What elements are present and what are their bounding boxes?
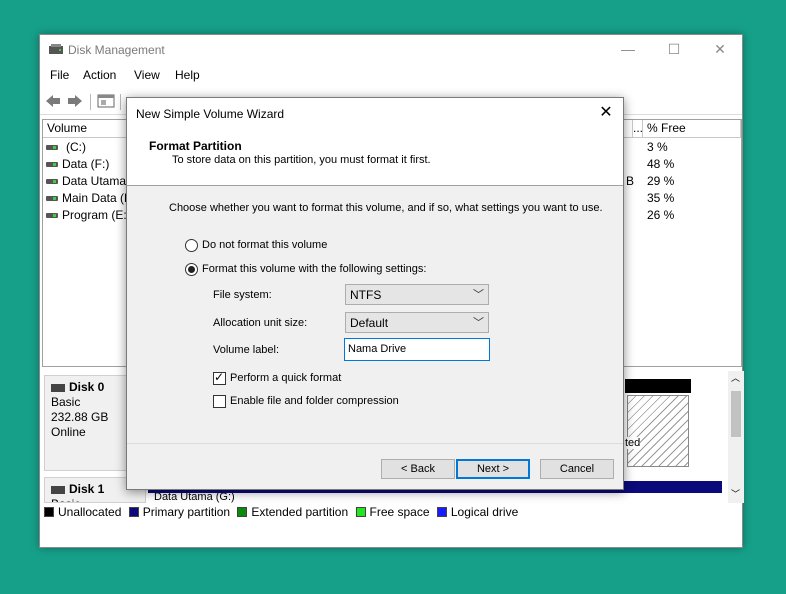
- quick-format-checkbox[interactable]: [213, 370, 226, 385]
- disk-name: Disk 0: [69, 380, 105, 394]
- volume-icon: [46, 213, 58, 218]
- legend-item-primary: Primary partition: [128, 505, 231, 519]
- volume-pct-free: 3 %: [647, 140, 668, 154]
- dialog-title: New Simple Volume Wizard: [136, 107, 285, 121]
- menu-file[interactable]: File: [50, 68, 69, 82]
- format-description: Choose whether you want to format this v…: [169, 202, 603, 214]
- menu-bar: File Action View Help: [40, 65, 742, 87]
- legend-swatch: [237, 507, 248, 517]
- disk-type: Basic: [51, 497, 139, 502]
- quick-format-label[interactable]: Perform a quick format: [230, 372, 341, 384]
- legend-item-logical: Logical drive: [436, 505, 519, 519]
- allocation-unit-label: Allocation unit size:: [213, 317, 308, 329]
- volume-name: Data Utama: [62, 174, 127, 188]
- dialog-close-button[interactable]: ✕: [589, 98, 623, 128]
- menu-help[interactable]: Help: [175, 68, 200, 82]
- volume-name: Program (E:): [62, 208, 131, 222]
- unallocated-hatch: [627, 395, 689, 467]
- disk-management-icon: [49, 44, 63, 54]
- scroll-down-icon[interactable]: ﹀: [731, 487, 740, 500]
- volume-icon: [46, 179, 58, 184]
- properties-icon[interactable]: [97, 93, 115, 109]
- page-title: Format Partition: [149, 139, 242, 153]
- legend: Unallocated Primary partition Extended p…: [44, 505, 734, 523]
- radio-no-format[interactable]: [185, 239, 198, 252]
- disk-icon: [51, 383, 65, 392]
- legend-label: Extended partition: [251, 505, 349, 519]
- menu-view[interactable]: View: [134, 68, 160, 82]
- radio-format-label[interactable]: Format this volume with the following se…: [202, 263, 426, 275]
- dialog-title-bar[interactable]: New Simple Volume Wizard ✕: [127, 98, 623, 129]
- compression-label[interactable]: Enable file and folder compression: [230, 395, 399, 407]
- volume-pct-free: 35 %: [647, 191, 675, 205]
- legend-item-free-space: Free space: [355, 505, 430, 519]
- minimize-button[interactable]: —: [605, 35, 651, 65]
- column-hidden[interactable]: ...: [633, 120, 643, 138]
- window-title: Disk Management: [68, 43, 165, 57]
- scroll-up-icon[interactable]: ︿: [731, 371, 740, 384]
- toolbar-separator: [120, 94, 121, 110]
- allocation-unit-select[interactable]: Default ﹀: [345, 312, 489, 333]
- disk-name: Disk 1: [69, 482, 105, 496]
- allocation-unit-value: Default: [350, 316, 389, 330]
- legend-item-extended: Extended partition: [237, 505, 348, 519]
- chevron-down-icon: ﹀: [473, 317, 484, 329]
- chevron-down-icon: ﹀: [473, 289, 484, 301]
- dialog-separator: [127, 443, 623, 444]
- column-pct-free[interactable]: % Free: [643, 120, 741, 138]
- radio-format[interactable]: [185, 263, 198, 276]
- legend-swatch: [355, 507, 366, 517]
- volume-icon: [46, 145, 58, 150]
- volume-pct-free: 26 %: [647, 208, 675, 222]
- scroll-thumb[interactable]: [731, 391, 741, 437]
- disk-0-unallocated-partition[interactable]: ted: [625, 379, 691, 469]
- legend-swatch: [128, 507, 139, 517]
- cancel-button[interactable]: Cancel: [540, 459, 614, 479]
- volume-label-input[interactable]: Nama Drive: [344, 338, 490, 361]
- dialog-header: Format Partition To store data on this p…: [127, 129, 623, 186]
- forward-arrow-icon[interactable]: [66, 93, 84, 109]
- volume-name: (C:): [66, 140, 86, 154]
- legend-swatch: [44, 507, 54, 517]
- legend-item-unallocated: Unallocated: [44, 505, 121, 519]
- partition-name-partial: Data Utama (G:): [154, 491, 235, 503]
- legend-label: Unallocated: [58, 505, 122, 519]
- volume-label-label: Volume label:: [213, 344, 280, 356]
- close-button[interactable]: ✕: [697, 35, 743, 65]
- legend-swatch: [436, 507, 447, 517]
- back-button[interactable]: < Back: [381, 459, 455, 479]
- legend-label: Free space: [369, 505, 430, 519]
- file-system-label: File system:: [213, 289, 272, 301]
- toolbar-separator: [90, 94, 91, 110]
- next-button[interactable]: Next >: [456, 459, 530, 479]
- volume-icon: [46, 162, 58, 167]
- partition-label-partial: ted: [625, 437, 641, 449]
- disk-pane-scrollbar[interactable]: ︿ ﹀: [728, 371, 744, 503]
- radio-no-format-label[interactable]: Do not format this volume: [202, 239, 327, 251]
- volume-name: Main Data (D: [62, 191, 133, 205]
- legend-label: Logical drive: [450, 505, 519, 519]
- compression-checkbox[interactable]: [213, 395, 226, 408]
- file-system-select[interactable]: NTFS ﹀: [345, 284, 489, 305]
- legend-label: Primary partition: [142, 505, 231, 519]
- menu-action[interactable]: Action: [83, 68, 116, 82]
- page-subtitle: To store data on this partition, you mus…: [172, 154, 431, 166]
- back-arrow-icon[interactable]: [44, 93, 62, 109]
- volume-icon: [46, 196, 58, 201]
- disk-icon: [51, 485, 65, 494]
- new-simple-volume-wizard-dialog: New Simple Volume Wizard ✕ Format Partit…: [126, 97, 624, 490]
- volume-pct-free: 29 %: [647, 174, 675, 188]
- file-system-value: NTFS: [350, 288, 382, 302]
- maximize-button[interactable]: ☐: [651, 35, 697, 65]
- volume-capacity-partial: B: [626, 174, 635, 188]
- title-bar[interactable]: Disk Management — ☐ ✕: [40, 35, 742, 65]
- volume-name: Data (F:): [62, 157, 110, 171]
- volume-pct-free: 48 %: [647, 157, 675, 171]
